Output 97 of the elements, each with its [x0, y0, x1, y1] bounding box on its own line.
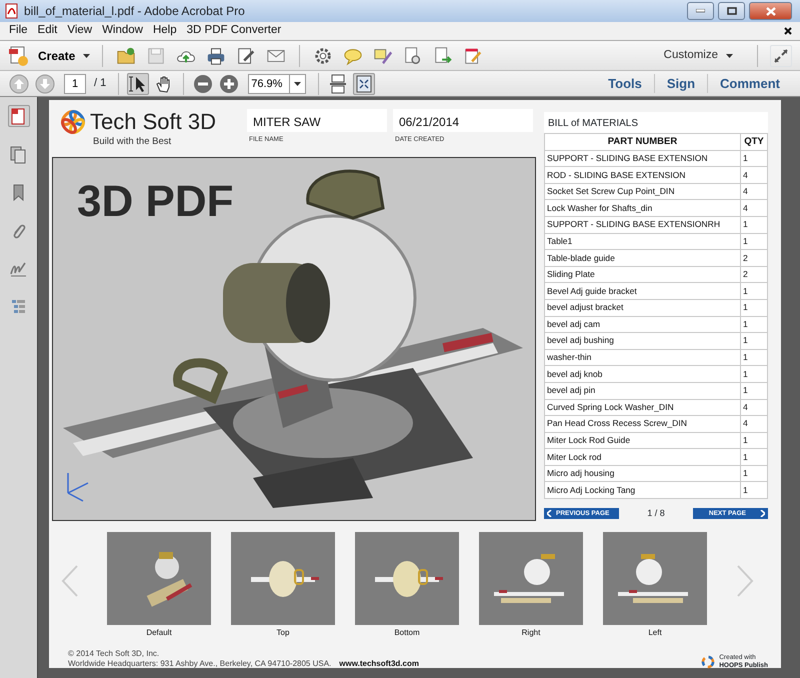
table-cell: 1: [740, 332, 768, 350]
viewer-title: 3D PDF: [77, 180, 234, 224]
menu-item[interactable]: View: [62, 22, 98, 40]
address-text: Worldwide Headquarters: 931 Ashby Ave., Berkeley, CA 94710-2805 USA.: [68, 659, 332, 670]
full-screen-icon[interactable]: [770, 44, 792, 66]
hoops-logo-icon: [701, 654, 716, 669]
table-cell: 4: [740, 200, 768, 216]
table-cell: 1: [740, 216, 768, 234]
table-cell: SUPPORT - SLIDING BASE EXTENSION: [544, 150, 740, 167]
column-header: PART NUMBER: [544, 134, 740, 150]
table-cell: ROD - SLIDING BASE EXTENSION: [544, 166, 740, 184]
page-thumbnails-icon[interactable]: [8, 105, 30, 127]
table-cell: 4: [740, 399, 768, 416]
table-cell: bevel adj cam: [544, 316, 740, 333]
table-cell: Miter Lock Rod Guide: [544, 432, 740, 449]
logo-tagline: Build with the Best: [92, 135, 172, 149]
table-cell: 4: [740, 416, 768, 432]
table-cell: Socket Set Screw Cup Point_DIN: [544, 183, 740, 200]
table-cell: 2: [740, 266, 768, 283]
view-label: Left: [647, 627, 663, 639]
view-label: Right: [520, 627, 542, 639]
table-cell: 1: [740, 150, 768, 167]
table-cell: Bevel Adj guide bracket: [544, 282, 740, 300]
view-label: Default: [145, 627, 173, 639]
minimize-icon: [696, 9, 705, 13]
table-title: BILL of MATERIALS: [544, 112, 768, 133]
close-document-icon[interactable]: [784, 27, 792, 35]
table-cell: Table-blade guide: [544, 250, 740, 266]
menu-item[interactable]: Edit: [32, 22, 62, 40]
fit-page-icon[interactable]: [353, 72, 376, 94]
table-cell: 1: [740, 316, 768, 333]
table-cell: 1: [740, 366, 768, 382]
table-cell: 1: [740, 465, 768, 482]
menu-item[interactable]: Help: [148, 22, 182, 40]
chevron-left-icon: [547, 510, 552, 518]
text-field[interactable]: MITER SAW: [247, 109, 387, 132]
pane-tab[interactable]: Comment: [707, 74, 792, 94]
table-cell: Miter Lock rod: [544, 448, 740, 466]
table-cell: 1: [740, 349, 768, 366]
table-cell: SUPPORT - SLIDING BASE EXTENSIONRH: [544, 216, 740, 234]
view-label: Top: [276, 627, 290, 639]
logo-icon: [60, 109, 86, 135]
caret-icon: [726, 54, 733, 58]
table-cell: 4: [740, 183, 768, 200]
maximize-icon: [726, 7, 736, 15]
table-cell: 1: [740, 299, 768, 316]
table-cell: 1: [740, 482, 768, 499]
table-cell: washer-thin: [544, 349, 740, 366]
table-cell: 4: [740, 166, 768, 184]
table-cell: 1: [740, 282, 768, 300]
column-header: QTY: [740, 134, 768, 150]
menu-item[interactable]: File: [4, 22, 33, 40]
copyright-text: © 2014 Tech Soft 3D, Inc.: [68, 649, 160, 660]
zoom-dropdown-button[interactable]: [290, 74, 306, 94]
create-button[interactable]: Create: [8, 44, 90, 66]
caret-icon: [294, 82, 302, 86]
close-button[interactable]: [749, 2, 792, 20]
table-cell: 1: [740, 233, 768, 250]
menu-item[interactable]: Window: [97, 22, 148, 40]
caret-icon: [83, 54, 90, 58]
zoom-out-icon[interactable]: [192, 72, 214, 94]
table-cell: 2: [740, 250, 768, 266]
table-cell: bevel adj bushing: [544, 332, 740, 350]
table-cell: Curved Spring Lock Washer_DIN: [544, 399, 740, 416]
menu-item[interactable]: 3D PDF Converter: [182, 22, 286, 40]
page-count: / 1: [94, 76, 106, 92]
view-label: Bottom: [393, 627, 421, 639]
select-tool-icon[interactable]: [127, 72, 150, 94]
table-cell: Pan Head Cross Recess Screw_DIN: [544, 416, 740, 432]
page-number-field[interactable]: 1: [64, 74, 86, 94]
table-cell: Micro Adj Locking Tang: [544, 482, 740, 499]
table-cell: Micro adj housing: [544, 465, 740, 482]
maximize-button[interactable]: [718, 2, 745, 20]
table-cell: 1: [740, 448, 768, 466]
pdf-icon: [4, 3, 20, 19]
table-cell: bevel adjust bracket: [544, 299, 740, 316]
minimize-button[interactable]: [687, 2, 714, 20]
chevron-right-icon: [760, 510, 765, 518]
table-cell: Lock Washer for Shafts_din: [544, 200, 740, 216]
zoom-field[interactable]: 76.9%: [248, 74, 290, 94]
website-link[interactable]: www.techsoft3d.com: [339, 659, 419, 670]
zoom-in-icon[interactable]: [218, 72, 240, 94]
customize-button[interactable]: Customize: [664, 46, 733, 64]
create-pdf-icon: [8, 44, 30, 66]
pane-tab[interactable]: Sign: [654, 74, 708, 94]
close-icon: [766, 6, 776, 16]
page-position: 1 / 8: [647, 507, 665, 520]
table-cell: Table1: [544, 233, 740, 250]
table-cell: 1: [740, 382, 768, 399]
text-field[interactable]: 06/21/2014: [393, 109, 533, 132]
window-title: bill_of_material_l.pdf - Adobe Acrobat Pro: [24, 3, 245, 20]
logo-name: Tech Soft 3D: [90, 111, 216, 133]
table-cell: Sliding Plate: [544, 266, 740, 283]
table-cell: bevel adj pin: [544, 382, 740, 399]
pane-tab[interactable]: Tools: [596, 74, 654, 94]
table-cell: bevel adj knob: [544, 366, 740, 382]
table-cell: 1: [740, 432, 768, 449]
